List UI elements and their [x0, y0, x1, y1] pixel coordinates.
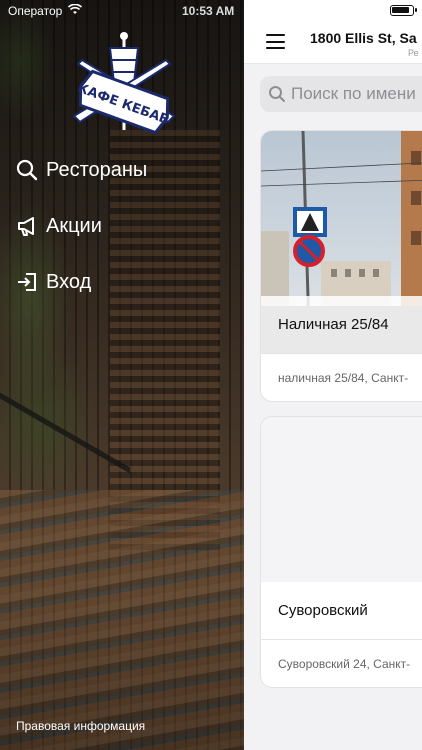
- restaurant-card[interactable]: Наличная 25/84 наличная 25/84, Санкт-: [260, 130, 422, 402]
- megaphone-icon: [16, 215, 38, 237]
- battery-icon: [390, 5, 417, 16]
- drawer-menu: Рестораны Акции Вход: [16, 154, 147, 322]
- clock: 10:53 AM: [182, 4, 235, 18]
- restaurant-name: Суворовский: [278, 602, 368, 619]
- side-drawer: КАФЕ КЕБАБ Рестораны Акции Вход Правовая…: [0, 0, 244, 750]
- menu-item-promotions[interactable]: Акции: [16, 210, 147, 242]
- divider: [261, 639, 422, 640]
- hamburger-menu-button[interactable]: [266, 34, 285, 49]
- menu-item-restaurants[interactable]: Рестораны: [16, 154, 147, 186]
- restaurant-card[interactable]: Суворовский Суворовский 24, Санкт-: [260, 416, 422, 688]
- carrier-label: Оператор: [8, 4, 63, 18]
- menu-item-login[interactable]: Вход: [16, 266, 147, 298]
- menu-item-label: Вход: [46, 270, 92, 293]
- wifi-icon: [67, 3, 83, 18]
- divider: [261, 353, 422, 354]
- status-bar: Оператор 10:53 AM: [0, 0, 422, 22]
- legal-info-link[interactable]: Правовая информация: [16, 719, 145, 733]
- delivery-address-subtitle: Ре: [408, 48, 419, 58]
- restaurant-name: Наличная 25/84: [278, 316, 389, 333]
- menu-item-label: Акции: [46, 214, 102, 237]
- restaurant-address: Суворовский 24, Санкт-: [278, 657, 411, 671]
- search-icon: [268, 85, 286, 103]
- search-placeholder: Поиск по имени: [291, 84, 416, 103]
- main-panel: 1800 Ellis St, Sa Ре Поиск по имени Нали…: [244, 0, 422, 750]
- login-icon: [16, 271, 38, 293]
- delivery-address[interactable]: 1800 Ellis St, Sa: [310, 30, 417, 46]
- cafe-kebab-logo: КАФЕ КЕБАБ: [66, 30, 182, 140]
- menu-item-label: Рестораны: [46, 158, 148, 181]
- search-icon: [16, 159, 38, 181]
- search-bar[interactable]: Поиск по имени: [260, 76, 422, 112]
- restaurant-address: наличная 25/84, Санкт-: [278, 371, 409, 385]
